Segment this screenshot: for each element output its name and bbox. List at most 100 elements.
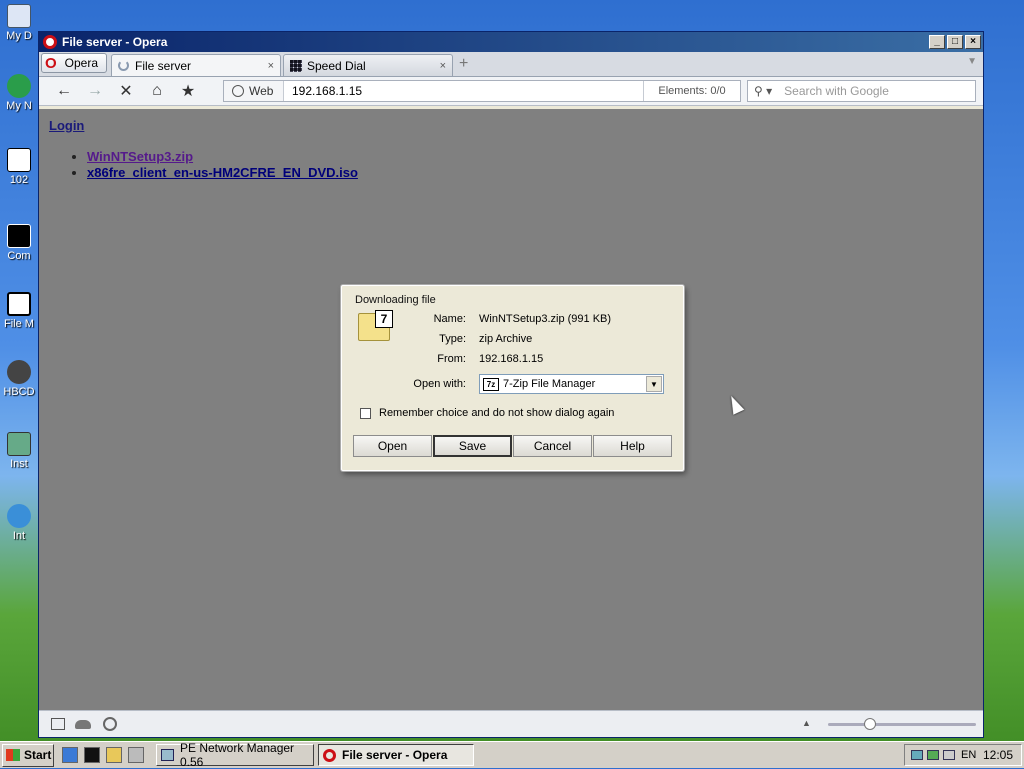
desktop-icon-internet[interactable]: Int [0, 504, 38, 542]
new-tab-button[interactable]: + [459, 55, 468, 73]
windows-logo-icon [6, 749, 20, 761]
dialog-buttons: Open Save Cancel Help [353, 435, 672, 457]
install-icon [7, 432, 31, 456]
close-button[interactable]: × [965, 35, 981, 49]
desktop-icon-my-network[interactable]: My N [0, 74, 38, 112]
language-indicator[interactable]: EN [961, 749, 976, 761]
zoom-slider-knob[interactable] [864, 718, 876, 730]
tab-file-server[interactable]: File server × [111, 54, 281, 76]
bookmark-star-button[interactable]: ★ [175, 80, 201, 102]
type-value: zip Archive [479, 333, 533, 345]
opera-logo-icon: O [45, 54, 57, 72]
desktop-icon-file-manager[interactable]: File M [0, 292, 38, 330]
taskbar: Start PE Network Manager 0.56 File serve… [0, 741, 1024, 769]
turbo-gauge-icon[interactable] [103, 717, 117, 731]
title-bar[interactable]: File server - Opera _ □ × [39, 32, 983, 52]
url-field[interactable]: 192.168.1.15 [284, 84, 643, 98]
network-tray-icon[interactable] [911, 750, 923, 760]
checkbox-box[interactable] [360, 407, 371, 419]
name-value: WinNTSetup3.zip (991 KB) [479, 313, 612, 325]
globe-icon [232, 85, 244, 97]
minimize-button[interactable]: _ [929, 35, 945, 49]
sync-tray-icon[interactable] [927, 750, 939, 760]
window-controls: _ □ × [929, 35, 981, 49]
status-bar: ▲ [39, 710, 983, 737]
opera-logo-icon [323, 748, 336, 762]
search-icon[interactable]: ⚲ ▾ [754, 84, 772, 98]
stop-button[interactable]: ✕ [113, 80, 139, 102]
desktop-icon-my-documents[interactable]: My D [0, 4, 38, 42]
home-button[interactable]: ⌂ [144, 80, 170, 102]
navigation-toolbar: ← → ✕ ⌂ ★ Web 192.168.1.15 Elements: 0/0… [39, 76, 983, 106]
address-type-button[interactable]: Web [224, 81, 284, 101]
file-link-winntsetup[interactable]: WinNTSetup3.zip [87, 149, 193, 164]
forward-button[interactable]: → [82, 80, 108, 102]
clock: 12:05 [982, 748, 1013, 762]
panel-toggle-icon[interactable] [51, 718, 65, 730]
tab-close-icon[interactable]: × [268, 60, 274, 72]
7zip-icon: 7z [483, 377, 499, 391]
dialog-title: Downloading file [355, 294, 436, 306]
file-manager-icon [7, 292, 31, 316]
opera-logo-icon [43, 35, 57, 49]
tab-close-icon[interactable]: × [440, 60, 446, 72]
start-button[interactable]: Start [2, 743, 54, 767]
desktop-icon-install[interactable]: Inst [0, 432, 38, 470]
open-with-select[interactable]: 7z 7-Zip File Manager ▼ [479, 374, 664, 394]
tab-label: Speed Dial [307, 58, 366, 73]
file-link-iso[interactable]: x86fre_client_en-us-HM2CFRE_EN_DVD.iso [87, 165, 358, 180]
zoom-slider[interactable] [828, 718, 976, 730]
desktop-icon-hbcd[interactable]: HBCD [0, 360, 38, 398]
file-list: WinNTSetup3.zip x86fre_client_en-us-HM2C… [87, 149, 358, 181]
login-link[interactable]: Login [49, 118, 84, 133]
opera-menu-button[interactable]: O Opera [41, 53, 107, 73]
download-dialog: Downloading file 7 Name: WinNTSetup3.zip… [341, 285, 684, 471]
tab-label: File server [135, 58, 192, 73]
address-bar[interactable]: Web 192.168.1.15 Elements: 0/0 [223, 80, 741, 102]
loading-icon [118, 60, 129, 71]
maximize-button[interactable]: □ [947, 35, 963, 49]
system-tray: EN 12:05 [904, 744, 1022, 766]
console-icon [7, 224, 31, 248]
zoom-arrow-icon[interactable]: ▲ [802, 718, 811, 728]
search-placeholder: Search with Google [784, 84, 889, 98]
folder-icon[interactable] [106, 747, 122, 763]
shortcut-icon [7, 148, 31, 172]
taskbar-item-pe-network-manager[interactable]: PE Network Manager 0.56 [156, 741, 314, 769]
list-item: WinNTSetup3.zip [87, 149, 358, 165]
speed-dial-icon [290, 59, 302, 72]
elements-counter: Elements: 0/0 [643, 81, 740, 101]
open-button[interactable]: Open [353, 435, 432, 457]
quick-launch [62, 747, 144, 763]
tab-bar: O Opera File server × Speed Dial × + ▼ [39, 52, 983, 76]
from-label: From: [437, 353, 466, 365]
network-icon [7, 74, 31, 98]
help-button[interactable]: Help [593, 435, 672, 457]
network-manager-icon [161, 749, 174, 761]
remember-choice-checkbox[interactable]: Remember choice and do not show dialog a… [360, 407, 614, 419]
save-button[interactable]: Save [433, 435, 512, 457]
tab-list-chevron-icon[interactable]: ▼ [967, 56, 977, 67]
window-switch-icon[interactable] [128, 747, 144, 763]
tab-speed-dial[interactable]: Speed Dial × [283, 54, 453, 76]
desktop-icon-command[interactable]: Com [0, 224, 38, 262]
disc-icon [7, 360, 31, 384]
search-field[interactable]: ⚲ ▾ Search with Google [747, 80, 976, 102]
page-content: Login WinNTSetup3.zip x86fre_client_en-u… [39, 109, 983, 710]
from-value: 192.168.1.15 [479, 353, 544, 365]
open-with-label: Open with: [413, 378, 466, 390]
drive-tray-icon[interactable] [943, 750, 955, 760]
desktop-icon-102[interactable]: 102 [0, 148, 38, 186]
chevron-down-icon[interactable]: ▼ [646, 376, 662, 392]
ie-icon[interactable] [62, 747, 78, 763]
browser-window: File server - Opera _ □ × O Opera File s… [38, 31, 984, 738]
internet-icon [7, 504, 31, 528]
name-label: Name: [433, 313, 466, 325]
taskbar-item-opera[interactable]: File server - Opera [318, 744, 474, 766]
back-button[interactable]: ← [51, 80, 77, 102]
console-icon[interactable] [84, 747, 100, 763]
list-item: x86fre_client_en-us-HM2CFRE_EN_DVD.iso [87, 165, 358, 181]
opera-unite-cloud-icon[interactable] [75, 719, 91, 729]
open-with-value: 7-Zip File Manager [503, 378, 596, 390]
cancel-button[interactable]: Cancel [513, 435, 592, 457]
